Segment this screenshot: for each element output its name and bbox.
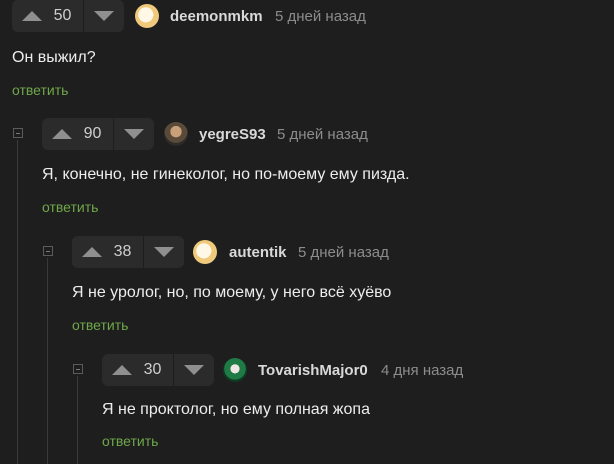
comment-time[interactable]: 5 дней назад <box>277 126 368 143</box>
comment-score: 50 <box>53 7 72 24</box>
vote-divider <box>173 354 174 386</box>
downvote-arrow-icon[interactable] <box>124 129 144 139</box>
reply-link[interactable]: ответить <box>72 317 128 333</box>
downvote-arrow-icon[interactable] <box>94 11 114 21</box>
vote-divider <box>113 118 114 150</box>
comment-time[interactable]: 5 дней назад <box>298 244 389 261</box>
avatar[interactable] <box>193 240 217 264</box>
comment-time[interactable]: 4 дня назад <box>381 362 463 379</box>
comment-score: 30 <box>143 361 162 378</box>
collapse-thread-icon[interactable] <box>13 128 23 138</box>
reply-link[interactable]: ответить <box>42 199 98 215</box>
comment-score: 38 <box>113 243 132 260</box>
avatar[interactable] <box>223 358 247 382</box>
collapse-thread-icon[interactable] <box>73 364 83 374</box>
thread-line[interactable] <box>47 258 48 464</box>
comment-author[interactable]: TovarishMajor0 <box>258 362 368 379</box>
collapse-thread-icon[interactable] <box>43 246 53 256</box>
comment-text: Я не уролог, но, по моему, у него всё ху… <box>72 284 392 301</box>
vote-widget: 38 <box>72 236 184 268</box>
comment-author[interactable]: yegreS93 <box>199 126 266 143</box>
vote-divider <box>143 236 144 268</box>
reply-link[interactable]: ответить <box>102 433 158 449</box>
vote-widget: 50 <box>12 0 124 32</box>
upvote-arrow-icon[interactable] <box>112 365 132 375</box>
upvote-arrow-icon[interactable] <box>22 11 42 21</box>
comment-text: Он выжил? <box>12 49 96 66</box>
comment-text: Я не проктолог, но ему полная жопа <box>102 401 370 418</box>
comment-text: Я, конечно, не гинеколог, но по-моему ем… <box>42 166 410 183</box>
upvote-arrow-icon[interactable] <box>52 129 72 139</box>
vote-divider <box>83 0 84 32</box>
thread-line[interactable] <box>77 376 78 464</box>
upvote-arrow-icon[interactable] <box>82 247 102 257</box>
comment-score: 90 <box>83 125 102 142</box>
comment-author[interactable]: autentik <box>229 244 287 261</box>
thread-line[interactable] <box>17 140 18 464</box>
avatar[interactable] <box>135 4 159 28</box>
reply-link[interactable]: ответить <box>12 82 68 98</box>
vote-widget: 90 <box>42 118 154 150</box>
comment-time[interactable]: 5 дней назад <box>275 8 366 25</box>
avatar[interactable] <box>164 122 188 146</box>
comment-author[interactable]: deemonmkm <box>170 8 263 25</box>
downvote-arrow-icon[interactable] <box>184 365 204 375</box>
vote-widget: 30 <box>102 354 214 386</box>
downvote-arrow-icon[interactable] <box>154 247 174 257</box>
